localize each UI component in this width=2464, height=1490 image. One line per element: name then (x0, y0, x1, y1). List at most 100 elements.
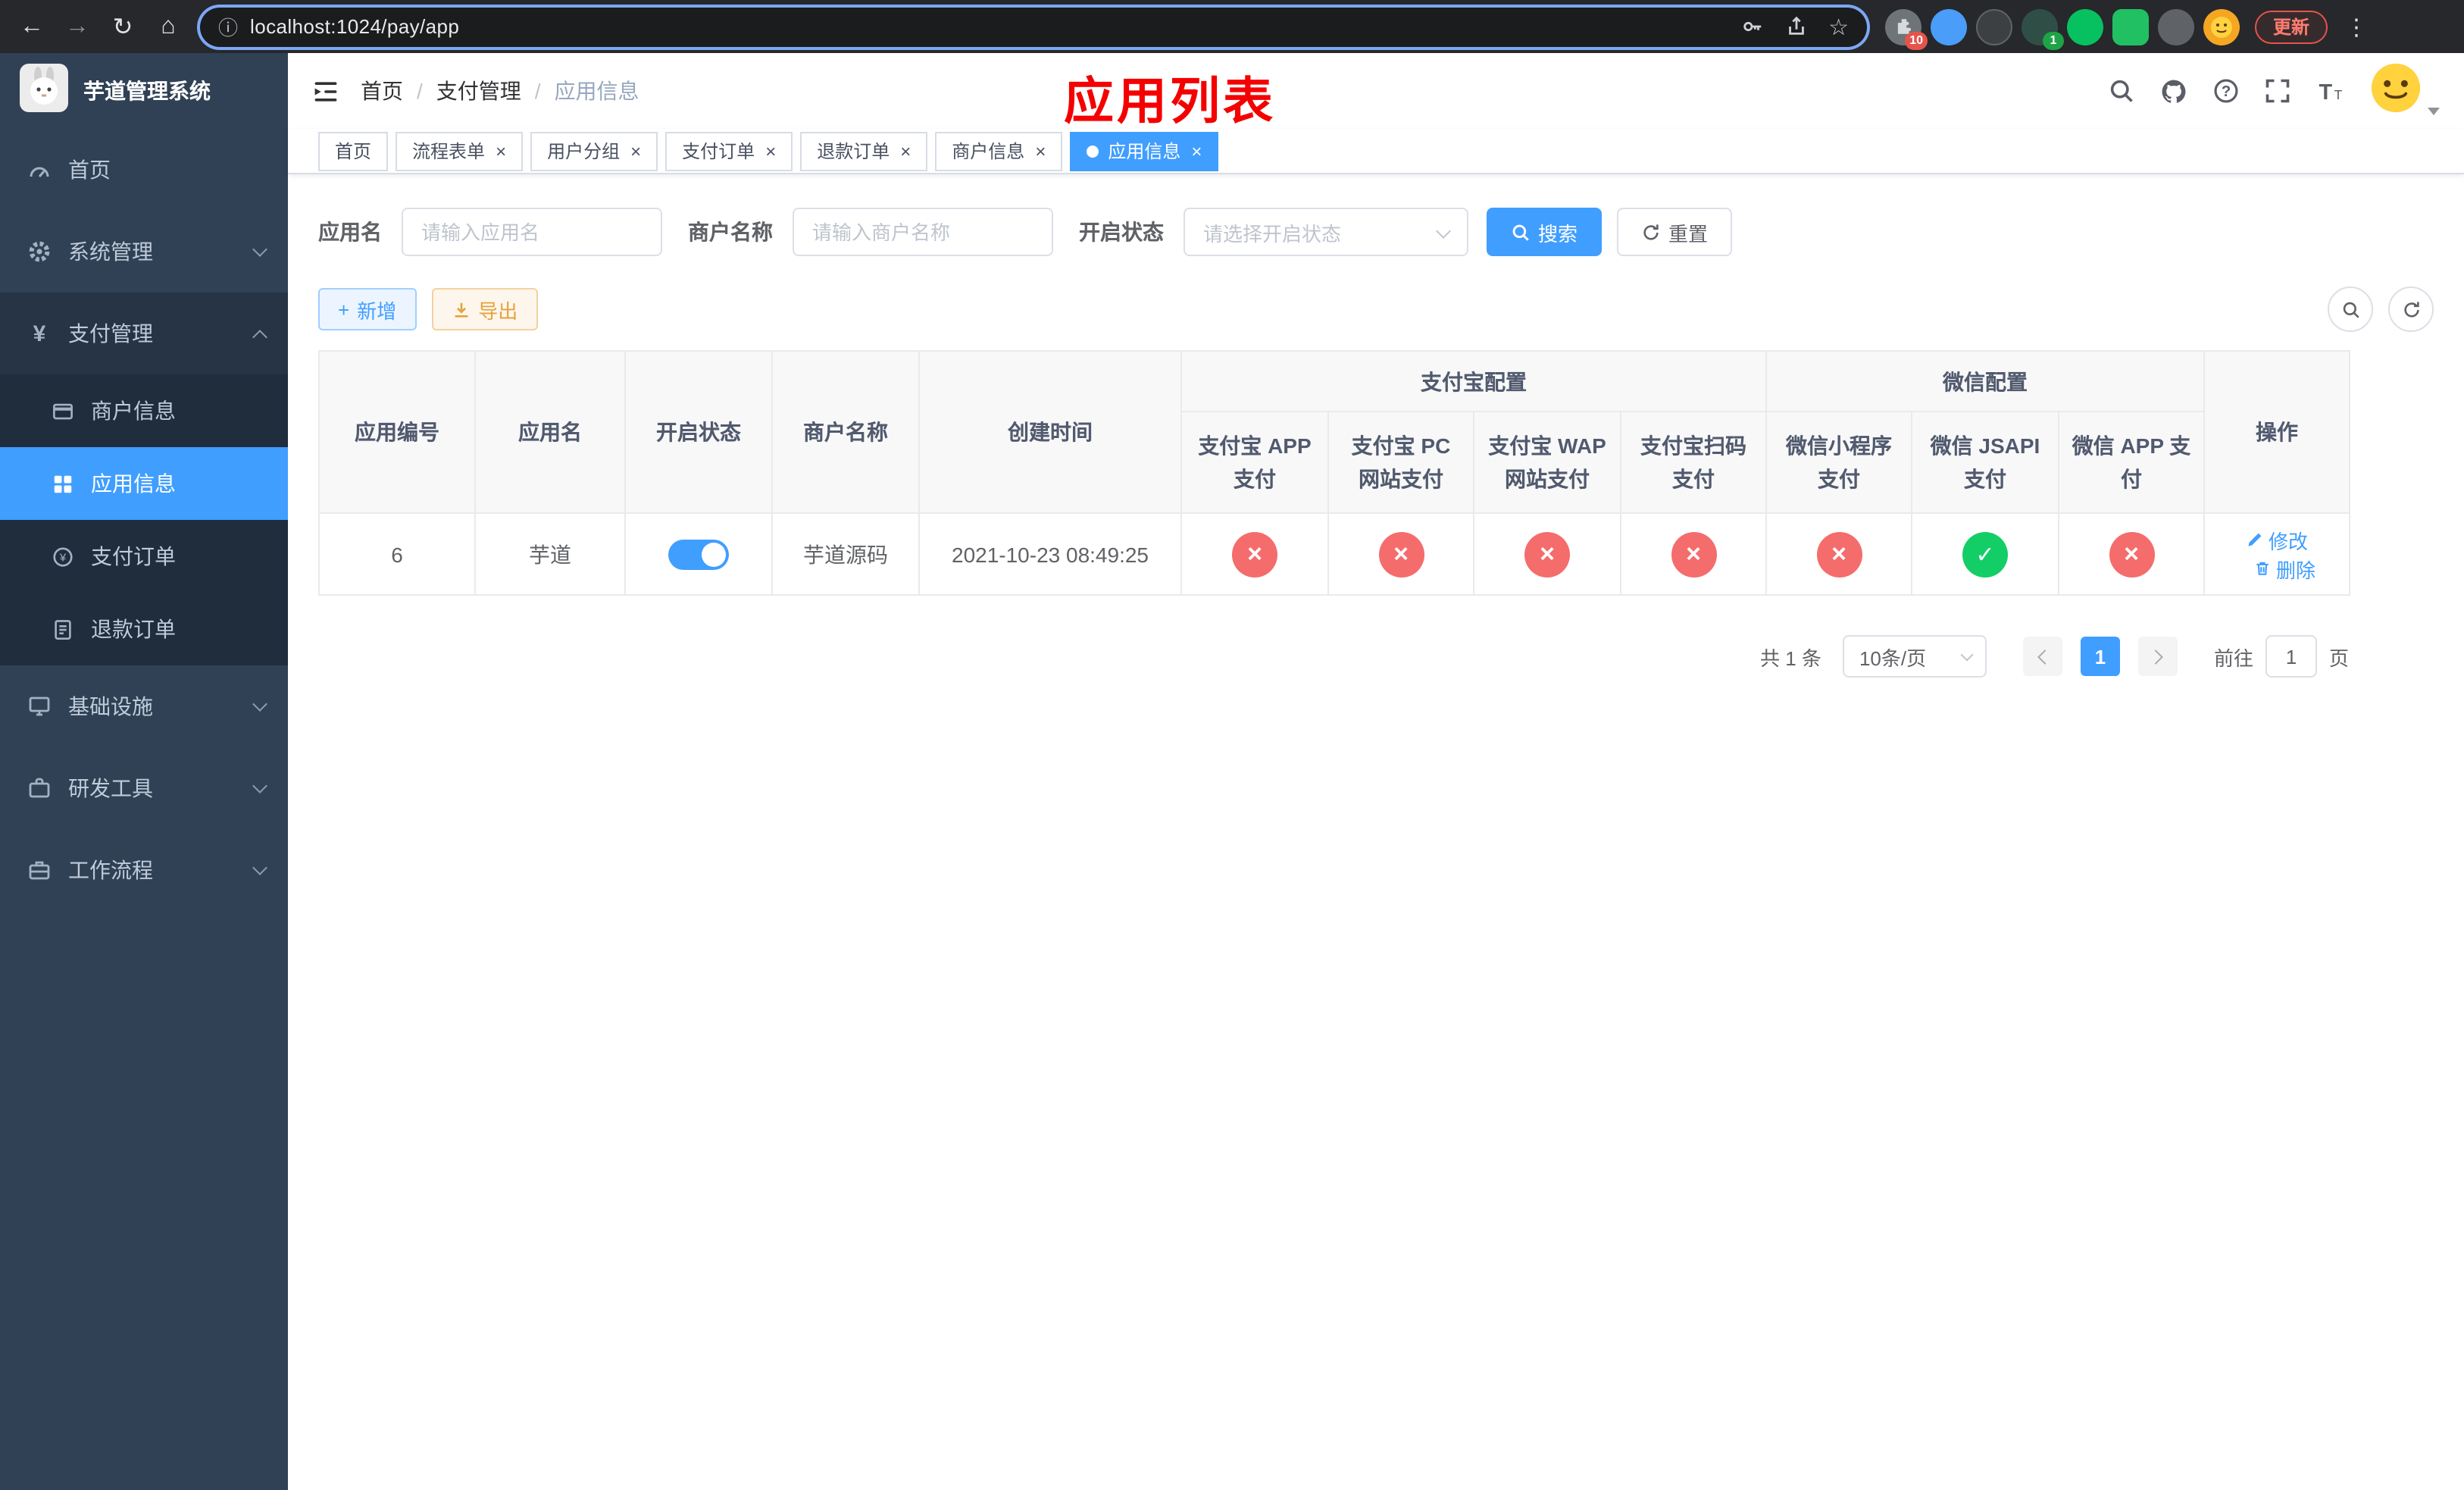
add-button[interactable]: + 新增 (318, 288, 417, 330)
tab-pay-orders[interactable]: 支付订单 × (665, 131, 793, 171)
page-size-select[interactable]: 10条/页 (1842, 635, 1987, 678)
cell-app-name: 芋道 (474, 512, 626, 596)
cell-alipay-pc (1327, 512, 1474, 596)
show-search-button[interactable] (2328, 286, 2373, 332)
sidebar-item-home[interactable]: 首页 (0, 129, 288, 211)
extension-puzzle-icon[interactable]: 10 (1885, 8, 1928, 49)
share-icon[interactable] (1784, 15, 1807, 38)
browser-home-button[interactable]: ⌂ (145, 5, 191, 48)
chevron-down-icon (252, 778, 267, 794)
status-select[interactable]: 请选择开启状态 (1184, 208, 1468, 256)
app-name-input[interactable] (402, 208, 662, 256)
password-key-icon[interactable] (1740, 15, 1763, 38)
export-button[interactable]: 导出 (431, 288, 538, 330)
chevron-left-icon (2037, 649, 2053, 664)
close-icon[interactable]: × (765, 142, 776, 160)
svg-text:T: T (2334, 87, 2342, 102)
page-number-button[interactable]: 1 (2080, 637, 2120, 676)
sidebar-item-pay-orders[interactable]: ¥ 支付订单 (0, 520, 288, 593)
address-bar[interactable]: ⓘ localhost:1024/pay/app ☆ (200, 7, 1867, 46)
sidebar-item-label: 支付管理 (68, 321, 153, 346)
sidebar-item-system[interactable]: 系统管理 (0, 211, 288, 293)
extension-icon[interactable]: 1 (2022, 8, 2064, 49)
browser-reload-button[interactable]: ↻ (100, 5, 145, 48)
tabs-bar: 首页 流程表单 × 用户分组 × 支付订单 × 退款订单 × 商户信息 × 应用信息 × (288, 129, 2464, 174)
tab-label: 流程表单 (412, 141, 486, 162)
close-icon[interactable]: × (630, 142, 641, 160)
caret-down-icon (2428, 107, 2440, 114)
search-button[interactable]: 搜索 (1487, 208, 1603, 256)
chevron-down-icon (252, 696, 267, 712)
help-icon[interactable]: ? (2212, 77, 2240, 105)
bookmark-star-icon[interactable]: ☆ (1828, 13, 1849, 40)
export-button-label: 导出 (478, 299, 518, 322)
search-icon[interactable] (2108, 77, 2135, 105)
browser-back-button[interactable]: ← (9, 5, 55, 48)
close-icon[interactable]: × (1035, 142, 1046, 160)
user-menu[interactable] (2370, 61, 2440, 121)
sidebar-fold-icon[interactable] (312, 78, 339, 104)
tab-process-form[interactable]: 流程表单 × (396, 131, 524, 171)
extension-icon[interactable] (2158, 8, 2194, 45)
sidebar-item-workflow[interactable]: 工作流程 (0, 829, 288, 911)
merchant-name-input[interactable] (793, 208, 1053, 256)
close-icon[interactable]: × (1191, 142, 1202, 160)
prev-page-button[interactable] (2022, 637, 2062, 676)
close-icon[interactable]: × (496, 142, 506, 160)
app-logo-row[interactable]: 芋道管理系统 (0, 53, 288, 129)
next-page-button[interactable] (2137, 637, 2178, 676)
font-size-icon[interactable]: TT (2315, 77, 2346, 105)
plus-icon: + (338, 298, 350, 321)
select-placeholder: 请选择开启状态 (1203, 222, 1342, 245)
tab-refund-orders[interactable]: 退款订单 × (800, 131, 928, 171)
breadcrumb-payment[interactable]: 支付管理 (436, 76, 555, 106)
fullscreen-icon[interactable] (2264, 77, 2291, 105)
page-size-value: 10条/页 (1859, 646, 1927, 669)
col-group-alipay: 支付宝配置 (1180, 350, 1767, 412)
tab-merchant-info[interactable]: 商户信息 × (935, 131, 1063, 171)
browser-menu-icon[interactable]: ⋮ (2340, 13, 2373, 40)
goto-page-input[interactable] (2265, 635, 2317, 678)
refresh-button[interactable] (2388, 286, 2434, 332)
status-toggle[interactable] (668, 539, 729, 569)
edit-link[interactable]: 修改 (2246, 525, 2308, 554)
extension-icon[interactable] (2067, 8, 2103, 45)
sidebar-item-infrastructure[interactable]: 基础设施 (0, 665, 288, 747)
reset-button[interactable]: 重置 (1617, 208, 1733, 256)
browser-toolbar: ← → ↻ ⌂ ⓘ localhost:1024/pay/app ☆ 10 1 … (0, 0, 2464, 53)
sidebar-item-dev-tools[interactable]: 研发工具 (0, 747, 288, 829)
status-cross-icon (1232, 531, 1277, 577)
github-icon[interactable] (2159, 77, 2188, 105)
sidebar-item-refund-orders[interactable]: 退款订单 (0, 593, 288, 665)
toolbox-icon (23, 776, 56, 800)
delete-link[interactable]: 删除 (2253, 554, 2315, 583)
breadcrumb: 首页 支付管理 应用信息 (361, 76, 639, 106)
browser-update-button[interactable]: 更新 (2255, 10, 2328, 43)
extension-badge: 1 (2043, 31, 2064, 49)
extension-icon[interactable] (2112, 8, 2149, 45)
tab-home[interactable]: 首页 (318, 131, 389, 171)
sidebar-item-payment[interactable]: ¥ 支付管理 (0, 293, 288, 374)
dashboard-icon (23, 158, 56, 182)
close-icon[interactable]: × (900, 142, 911, 160)
chevron-down-icon (1436, 224, 1451, 239)
cell-actions: 修改 删除 (2203, 512, 2351, 596)
extension-icon[interactable] (1931, 8, 1967, 45)
cell-wx-app (2057, 512, 2206, 596)
tab-app-info[interactable]: 应用信息 × (1070, 131, 1219, 171)
extension-icon[interactable] (1976, 8, 2012, 45)
tab-label: 用户分组 (547, 141, 621, 162)
tab-user-group[interactable]: 用户分组 × (530, 131, 658, 171)
site-info-icon[interactable]: ⓘ (218, 12, 238, 41)
sidebar-item-app-info[interactable]: 应用信息 (0, 447, 288, 520)
breadcrumb-home[interactable]: 首页 (361, 76, 436, 106)
sidebar-item-merchant-info[interactable]: 商户信息 (0, 374, 288, 447)
browser-forward-button[interactable]: → (55, 5, 100, 48)
goto-label: 前往 (2213, 646, 2253, 669)
col-wx-jsapi: 微信 JSAPI 支付 (1911, 411, 2059, 514)
cell-status (624, 512, 773, 596)
tab-label: 退款订单 (817, 141, 890, 162)
page-suffix-label: 页 (2328, 646, 2349, 669)
extension-icon[interactable] (2203, 8, 2240, 45)
col-wx-app: 微信 APP 支付 (2057, 411, 2206, 514)
